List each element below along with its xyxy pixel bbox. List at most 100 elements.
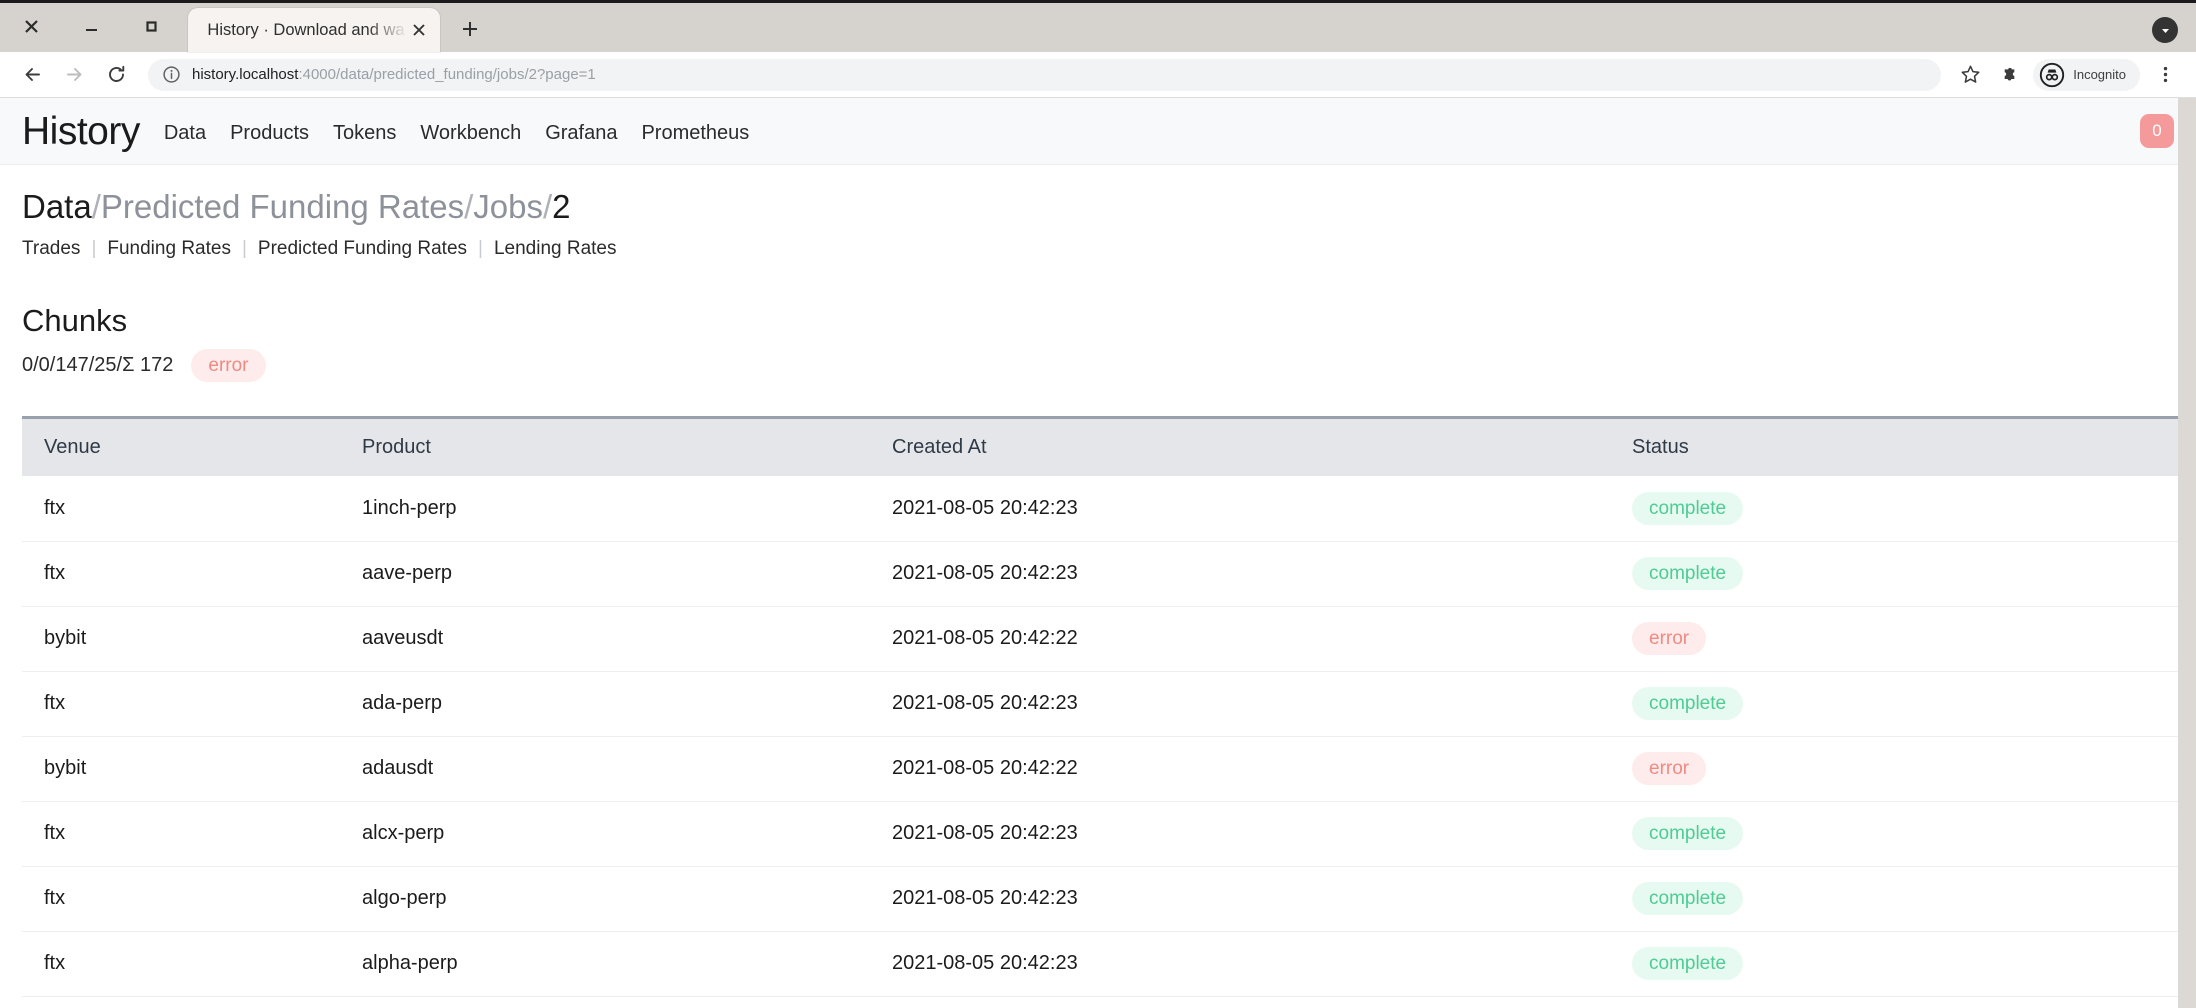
table-header-row: Venue Product Created At Status: [22, 416, 2178, 477]
cell-product: alcx-perp: [362, 801, 892, 867]
browser-tab[interactable]: History · Download and wa: [188, 8, 440, 52]
cell-venue: ftx: [22, 996, 362, 1008]
forward-arrow-icon[interactable]: [56, 57, 92, 93]
window-close-button[interactable]: [20, 15, 42, 37]
table-row[interactable]: ftxalt-perp2021-08-05 20:42:23complete: [22, 996, 2178, 1008]
section-meta: 0/0/147/25/Σ 172 error: [22, 349, 2174, 383]
incognito-indicator[interactable]: Incognito: [2033, 58, 2140, 91]
reload-icon[interactable]: [98, 57, 134, 93]
browser-toolbar: history.localhost:4000/data/predicted_fu…: [0, 52, 2196, 98]
breadcrumb-segment-id: 2: [552, 188, 571, 225]
puzzle-icon[interactable]: [1991, 58, 2025, 92]
cell-venue: ftx: [22, 801, 362, 867]
nav-item-data[interactable]: Data: [164, 122, 206, 145]
table-row[interactable]: ftx algo-perp 2021-08-05 20:42:23 complete: [22, 866, 2178, 932]
window-minimize-button[interactable]: [80, 15, 102, 37]
table-row[interactable]: bybit adausdt 2021-08-05 20:42:22 error: [22, 736, 2178, 802]
chunks-table: Venue Product Created At Status ftx 1inch…: [22, 416, 2178, 1008]
address-path: :4000/data/predicted_funding/jobs/2?page…: [298, 66, 596, 83]
main-nav: Data Products Tokens Workbench Grafana P…: [164, 118, 749, 145]
status-badge: error: [1632, 622, 1707, 656]
table-row[interactable]: bybit aaveusdt 2021-08-05 20:42:22 error: [22, 606, 2178, 672]
table-body: ftx 1inch-perp 2021-08-05 20:42:23 complete…: [22, 476, 2178, 1008]
breadcrumb-segment-data[interactable]: Data: [22, 188, 92, 225]
avatar[interactable]: 0: [2140, 114, 2174, 148]
caret-down-icon[interactable]: [2152, 17, 2178, 43]
chunk-counts: 0/0/147/25/Σ 172: [22, 354, 174, 377]
section-title: Chunks: [22, 303, 128, 339]
subnav-separator: |: [478, 238, 483, 260]
status-badge: complete: [1632, 947, 1744, 981]
new-tab-button[interactable]: [450, 9, 490, 49]
breadcrumb-separator: /: [91, 188, 101, 225]
incognito-label: Incognito: [2073, 67, 2126, 82]
cell-created-at: 2021-08-05 20:42:22: [892, 606, 1632, 672]
status-badge: complete: [1632, 817, 1744, 851]
cell-status: complete: [1632, 996, 2178, 1008]
breadcrumb-separator: /: [464, 188, 474, 225]
cell-status: error: [1632, 736, 2178, 802]
status-badge: error: [1632, 752, 1707, 786]
cell-venue: bybit: [22, 736, 362, 802]
cell-created-at: 2021-08-05 20:42:23: [892, 801, 1632, 867]
subnav-item-funding-rates[interactable]: Funding Rates: [107, 238, 231, 260]
breadcrumb: Data/Predicted Funding Rates/Jobs/2: [22, 187, 2174, 227]
nav-item-products[interactable]: Products: [230, 122, 309, 145]
breadcrumb-segment-predicted-funding-rates[interactable]: Predicted Funding Rates: [101, 188, 464, 225]
nav-item-workbench[interactable]: Workbench: [420, 122, 521, 145]
cell-status: complete: [1632, 801, 2178, 867]
cell-product: algo-perp: [362, 866, 892, 932]
app-brand[interactable]: History: [22, 112, 140, 151]
breadcrumb-separator: /: [543, 188, 553, 225]
cell-created-at: 2021-08-05 20:42:23: [892, 931, 1632, 997]
back-arrow-icon[interactable]: [14, 57, 50, 93]
cell-status: error: [1632, 606, 2178, 672]
cell-product: alpha-perp: [362, 931, 892, 997]
address-host: history.localhost: [192, 66, 299, 83]
cell-created-at: 2021-08-05 20:42:23: [892, 996, 1632, 1008]
cell-created-at: 2021-08-05 20:42:23: [892, 671, 1632, 737]
address-bar[interactable]: history.localhost:4000/data/predicted_fu…: [148, 58, 1942, 91]
info-circle-icon: [162, 65, 181, 84]
table-row[interactable]: ftx alpha-perp 2021-08-05 20:42:23 complete: [22, 931, 2178, 997]
cell-created-at: 2021-08-05 20:42:23: [892, 476, 1632, 542]
cell-venue: ftx: [22, 931, 362, 997]
subnav-item-predicted-funding-rates[interactable]: Predicted Funding Rates: [258, 238, 467, 260]
star-icon[interactable]: [1953, 58, 1987, 92]
column-header-status[interactable]: Status: [1632, 416, 2178, 477]
status-badge: complete: [1632, 687, 1744, 721]
subnav-separator: |: [241, 238, 247, 260]
subnav-item-trades[interactable]: Trades: [22, 238, 80, 260]
cell-venue: ftx: [22, 541, 362, 607]
column-header-product[interactable]: Product: [362, 416, 892, 477]
page-scrollbar[interactable]: [2178, 98, 2196, 1008]
nav-item-tokens[interactable]: Tokens: [333, 122, 396, 145]
tab-close-icon[interactable]: [408, 19, 430, 41]
nav-item-prometheus[interactable]: Prometheus: [641, 122, 749, 145]
status-badge: error: [191, 349, 266, 383]
subnav-item-lending-rates[interactable]: Lending Rates: [494, 238, 617, 260]
cell-created-at: 2021-08-05 20:42:23: [892, 866, 1632, 932]
browser-window: History · Download and wa history.localh…: [0, 0, 2196, 1008]
table-row[interactable]: ftx ada-perp 2021-08-05 20:42:23 complete: [22, 671, 2178, 737]
column-header-created-at[interactable]: Created At: [892, 416, 1632, 477]
status-badge: complete: [1632, 557, 1744, 591]
cell-product: alt-perp: [362, 996, 892, 1008]
cell-product: adausdt: [362, 736, 892, 802]
tab-strip: History · Download and wa: [0, 0, 2196, 52]
nav-item-grafana[interactable]: Grafana: [545, 122, 617, 145]
breadcrumb-segment-jobs[interactable]: Jobs: [473, 188, 543, 225]
cell-status: complete: [1632, 866, 2178, 932]
column-header-venue[interactable]: Venue: [22, 416, 362, 477]
page-content: Data/Predicted Funding Rates/Jobs/2 Trad…: [0, 165, 2196, 1008]
status-badge: complete: [1632, 882, 1744, 916]
cell-venue: bybit: [22, 606, 362, 672]
table-row[interactable]: ftx alcx-perp 2021-08-05 20:42:23 complete: [22, 801, 2178, 867]
cell-product: aaveusdt: [362, 606, 892, 672]
app-header: History Data Products Tokens Workbench G…: [0, 98, 2196, 165]
table-row[interactable]: ftx 1inch-perp 2021-08-05 20:42:23 complete: [22, 476, 2178, 542]
window-maximize-button[interactable]: [140, 15, 162, 37]
address-bar-url: history.localhost:4000/data/predicted_fu…: [192, 66, 596, 83]
table-row[interactable]: ftx aave-perp 2021-08-05 20:42:23 complete: [22, 541, 2178, 607]
three-dot-menu-icon[interactable]: [2148, 58, 2182, 92]
